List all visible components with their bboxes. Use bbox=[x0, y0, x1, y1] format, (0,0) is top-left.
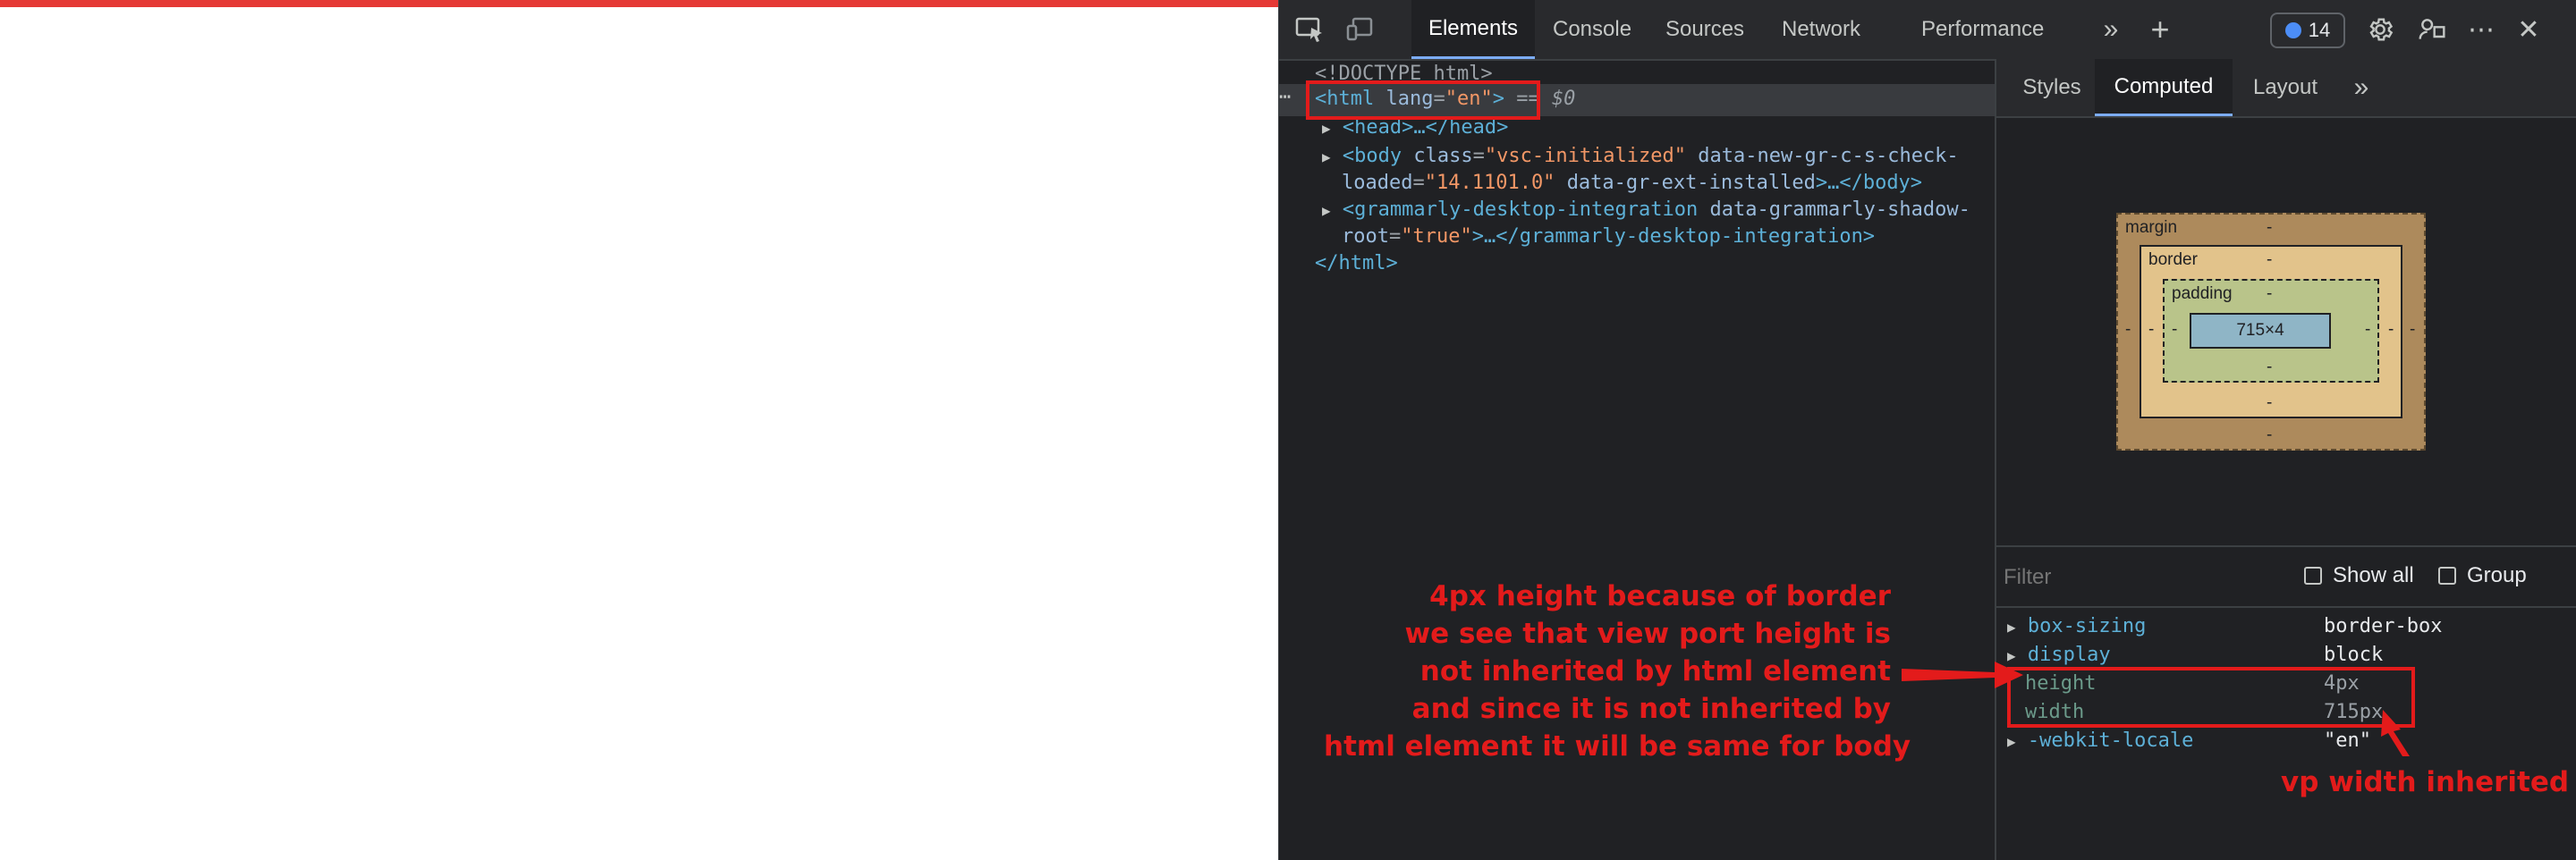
body-attr-name: data-gr-ext-installed bbox=[1566, 172, 1816, 194]
body-node-cont: loaded="14.1101.0" data-gr-ext-installed… bbox=[1342, 170, 1922, 197]
padding-left-value: - bbox=[2172, 320, 2178, 339]
expand-arrow-icon[interactable]: ▶ bbox=[2007, 733, 2016, 750]
body-attr-name: class bbox=[1413, 145, 1473, 167]
body-node[interactable]: ▶ <body class="vsc-initialized" data-new… bbox=[1322, 143, 1959, 171]
close-devtools-icon[interactable]: ✕ bbox=[2506, 0, 2551, 59]
property-name: box-sizing bbox=[2027, 615, 2147, 637]
property-row[interactable]: ▶ box-sizing bbox=[2007, 615, 2146, 637]
property-name: -webkit-locale bbox=[2027, 729, 2194, 752]
property-row[interactable]: ▶ -webkit-locale bbox=[2007, 729, 2193, 752]
html-node-highlight bbox=[1306, 80, 1540, 120]
show-all-label: Show all bbox=[2333, 563, 2414, 587]
show-all-checkbox[interactable] bbox=[2304, 567, 2322, 585]
grammarly-attr-name: root bbox=[1342, 225, 1389, 248]
content-size: 715×4 bbox=[2236, 321, 2284, 340]
filter-input[interactable] bbox=[2002, 556, 2274, 599]
body-attr-name: data-new-gr-c-s-check- bbox=[1698, 145, 1959, 167]
tab-performance[interactable]: Performance bbox=[1921, 0, 2044, 59]
issues-badge[interactable]: 14 bbox=[2270, 13, 2345, 48]
annotation-line: and since it is not inherited by bbox=[1411, 693, 1891, 725]
equals-sign: = bbox=[1472, 145, 1485, 167]
customize-icon[interactable] bbox=[2410, 0, 2454, 59]
annotation-line: we see that view port height is bbox=[1404, 618, 1891, 650]
margin-left-value: - bbox=[2125, 320, 2131, 339]
body-attr-value: "14.1101.0" bbox=[1424, 172, 1555, 194]
body-attr-value: "vsc-initialized" bbox=[1484, 145, 1687, 167]
margin-label: margin bbox=[2125, 218, 2178, 237]
padding-right-value: - bbox=[2365, 320, 2371, 339]
tab-sources[interactable]: Sources bbox=[1665, 0, 1744, 59]
grammarly-attr-value: "true" bbox=[1401, 225, 1472, 248]
tab-console[interactable]: Console bbox=[1553, 0, 1631, 59]
margin-bottom-value: - bbox=[2267, 426, 2273, 444]
padding-label: padding bbox=[2172, 284, 2233, 303]
border-label: border bbox=[2148, 250, 2198, 269]
annotation-line: not inherited by html element bbox=[1419, 655, 1891, 687]
equals-sign: = bbox=[1412, 172, 1425, 194]
more-tabs-icon[interactable]: » bbox=[2093, 0, 2129, 59]
annotation-arrow-up bbox=[2381, 710, 2410, 756]
body-attr-name: loaded bbox=[1342, 172, 1413, 194]
html-end-tag: </html> bbox=[1315, 252, 1398, 274]
annotation-line: html element it will be same for body bbox=[1324, 730, 1911, 763]
tab-computed[interactable]: Computed bbox=[2095, 59, 2233, 116]
property-value: "en" bbox=[2324, 729, 2371, 752]
sidebar-tabs: Styles Computed Layout » bbox=[1996, 59, 2576, 118]
expand-arrow-icon[interactable]: ▶ bbox=[2007, 619, 2016, 636]
property-value: block bbox=[2324, 644, 2384, 666]
computed-pane: Styles Computed Layout » margin - - - - … bbox=[1995, 59, 2576, 860]
node-options-icon[interactable]: ⋯ bbox=[1279, 84, 1291, 111]
padding-bottom-value: - bbox=[2267, 358, 2273, 376]
body-tag: <body bbox=[1342, 145, 1402, 167]
add-tab-icon[interactable]: + bbox=[2138, 0, 2182, 59]
height-width-highlight bbox=[2007, 667, 2415, 728]
tab-styles[interactable]: Styles bbox=[2004, 59, 2100, 116]
grammarly-attr-name: data-grammarly-shadow- bbox=[1709, 198, 1970, 221]
inspect-element-icon[interactable] bbox=[1288, 0, 1333, 59]
box-model-content[interactable]: 715×4 bbox=[2190, 313, 2331, 349]
border-left-value: - bbox=[2148, 320, 2155, 339]
filter-bar: Show all Group bbox=[1996, 545, 2576, 608]
device-toolbar-icon[interactable] bbox=[1338, 0, 1383, 59]
group-checkbox[interactable] bbox=[2438, 567, 2456, 585]
annotation-arrow-left bbox=[1902, 662, 2023, 688]
annotation-line: 4px height because of border bbox=[1429, 580, 1891, 612]
expand-arrow-icon[interactable]: ▶ bbox=[1322, 120, 1331, 137]
more-sidebar-tabs-icon[interactable]: » bbox=[2343, 59, 2379, 116]
html-close-node[interactable]: </html> bbox=[1315, 250, 1398, 277]
margin-top-value: - bbox=[2267, 218, 2273, 237]
devtools-toolbar: Elements Console Sources Network Perform… bbox=[1279, 0, 2576, 61]
expand-arrow-icon[interactable]: ▶ bbox=[1322, 148, 1331, 165]
grammarly-node[interactable]: ▶ <grammarly-desktop-integration data-gr… bbox=[1322, 197, 1970, 224]
group-label: Group bbox=[2467, 563, 2527, 587]
property-name: display bbox=[2027, 644, 2111, 666]
tab-elements[interactable]: Elements bbox=[1411, 0, 1535, 59]
issues-icon bbox=[2284, 22, 2301, 38]
page-top-border bbox=[0, 0, 1279, 7]
margin-right-value: - bbox=[2410, 320, 2416, 339]
padding-top-value: - bbox=[2267, 284, 2273, 303]
property-value: border-box bbox=[2324, 615, 2443, 637]
inspected-page bbox=[0, 0, 1279, 860]
border-top-value: - bbox=[2267, 250, 2273, 269]
body-tag-close: >…</body> bbox=[1815, 172, 1923, 194]
border-right-value: - bbox=[2388, 320, 2394, 339]
border-bottom-value: - bbox=[2267, 393, 2273, 412]
grammarly-node-cont: root="true">…</grammarly-desktop-integra… bbox=[1342, 223, 1875, 250]
grammarly-tag: <grammarly-desktop-integration bbox=[1342, 198, 1699, 221]
settings-gear-icon[interactable] bbox=[2358, 0, 2402, 59]
annotation-vp-note: vp width inherited bbox=[2281, 766, 2570, 798]
grammarly-tag-close: >…</grammarly-desktop-integration> bbox=[1471, 225, 1876, 248]
more-options-icon[interactable]: ⋯ bbox=[2460, 0, 2503, 59]
annotation-main: 4px height because of border we see that… bbox=[1324, 578, 1911, 765]
tab-layout[interactable]: Layout bbox=[2236, 59, 2334, 116]
expand-arrow-icon[interactable]: ▶ bbox=[1322, 202, 1331, 219]
issues-count: 14 bbox=[2308, 19, 2331, 41]
tab-network[interactable]: Network bbox=[1782, 0, 1860, 59]
equals-sign: = bbox=[1388, 225, 1402, 248]
